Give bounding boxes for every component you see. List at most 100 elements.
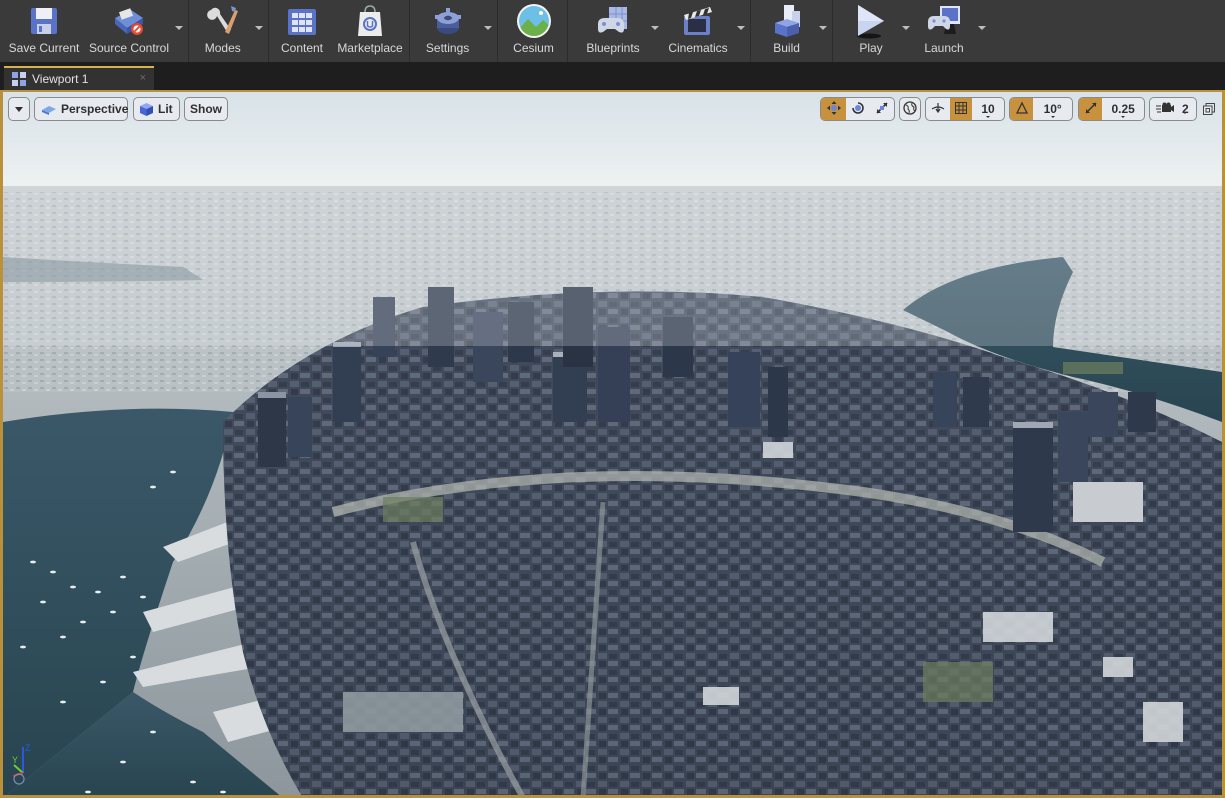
launch-button[interactable]: Launch	[913, 0, 975, 62]
document-tab-bar: Viewport 1 ×	[0, 62, 1225, 90]
play-label: Play	[859, 41, 883, 55]
cesium-logo-icon	[514, 2, 554, 40]
scale-mode-button[interactable]	[870, 98, 894, 120]
perspective-label: Perspective	[61, 102, 129, 116]
grid-snap-value: 10	[981, 102, 995, 116]
content-button[interactable]: Content	[271, 0, 333, 62]
lit-label: Lit	[158, 102, 173, 116]
launch-dropdown[interactable]	[975, 0, 989, 62]
toolbar-group-modes: Modes	[189, 0, 269, 62]
settings-dropdown[interactable]	[481, 0, 495, 62]
grid-icon	[955, 101, 967, 117]
rotate-icon	[851, 101, 865, 118]
toolbar-group-content: Content Marketplace	[269, 0, 410, 62]
scale-snap-group: 0.25	[1078, 97, 1145, 121]
cesium-label: Cesium	[513, 41, 554, 55]
viewport-toolbar: Perspective Lit Show 10 10° 0.25 2	[3, 92, 1222, 126]
cinematics-dropdown[interactable]	[734, 0, 748, 62]
chevron-down-icon	[15, 106, 23, 112]
build-blocks-icon	[767, 2, 807, 40]
toolbar-group-scripting: Blueprints Cinematics	[568, 0, 751, 62]
rotation-snap-value-dropdown[interactable]: 10°	[1033, 98, 1072, 120]
show-flags-button[interactable]: Show	[184, 97, 228, 121]
play-dropdown[interactable]	[899, 0, 913, 62]
save-current-label: Save Current	[8, 41, 80, 55]
build-dropdown[interactable]	[816, 0, 830, 62]
tab-viewport-1[interactable]: Viewport 1 ×	[4, 66, 154, 90]
toolbar-group-cesium: Cesium	[498, 0, 568, 62]
level-viewport[interactable]: Perspective Lit Show 10 10° 0.25 2 Z Y	[0, 90, 1225, 798]
tab-label: Viewport 1	[32, 72, 89, 86]
source-control-icon	[109, 2, 149, 40]
cinematics-label: Cinematics	[668, 41, 728, 55]
translate-mode-button[interactable]	[821, 98, 846, 120]
modes-wrench-pencil-icon	[203, 2, 243, 40]
grid-snap-value-dropdown[interactable]: 10	[972, 98, 1004, 120]
grid-snap-toggle[interactable]	[950, 98, 972, 120]
perspective-view-button[interactable]: Perspective	[34, 97, 128, 121]
scale-snap-value: 0.25	[1111, 102, 1135, 116]
floppy-disk-icon	[24, 2, 64, 40]
main-toolbar: Save Current Source Control Modes Conten…	[0, 0, 1225, 62]
toolbar-group-settings: Settings	[410, 0, 498, 62]
translate-arrows-icon	[826, 100, 841, 118]
perspective-camera-icon	[41, 103, 57, 115]
camera-speed-icon	[1156, 102, 1174, 117]
restore-window-icon	[1203, 102, 1215, 119]
settings-label: Settings	[425, 41, 470, 55]
scale-snap-toggle[interactable]	[1079, 98, 1103, 120]
world-local-space-button[interactable]	[899, 97, 921, 121]
surface-snap-icon	[931, 101, 945, 118]
cinematics-button[interactable]: Cinematics	[662, 0, 734, 62]
marketplace-button[interactable]: Marketplace	[333, 0, 407, 62]
lit-cube-icon	[139, 102, 154, 117]
y-axis-label: Y	[12, 755, 18, 765]
grid-snap-group: 10	[925, 97, 1005, 121]
viewport-grid-icon	[12, 72, 26, 86]
blueprints-label: Blueprints	[586, 41, 640, 55]
y-axis-line	[13, 764, 24, 774]
modes-button[interactable]: Modes	[193, 0, 253, 62]
source-control-button[interactable]: Source Control	[86, 0, 172, 62]
settings-gear-icon	[428, 2, 468, 40]
toolbar-group-play: Play Launch	[833, 0, 991, 62]
launch-monitor-icon	[924, 2, 964, 40]
modes-dropdown[interactable]	[253, 0, 266, 62]
transform-mode-group	[820, 97, 895, 121]
cesium-button[interactable]: Cesium	[502, 0, 565, 62]
close-tab-icon[interactable]: ×	[140, 72, 146, 84]
camera-speed-dropdown[interactable]: 2	[1149, 97, 1197, 121]
toolbar-group-build: Build	[751, 0, 833, 62]
save-current-button[interactable]: Save Current	[2, 0, 86, 62]
rotation-snap-toggle[interactable]	[1010, 98, 1034, 120]
content-label: Content	[280, 41, 324, 55]
toolbar-group-file: Save Current Source Control	[0, 0, 189, 62]
city-scene-render[interactable]	[3, 92, 1222, 798]
source-control-dropdown[interactable]	[172, 0, 186, 62]
show-label: Show	[190, 102, 222, 116]
scale-snap-value-dropdown[interactable]: 0.25	[1102, 98, 1144, 120]
build-label: Build	[773, 41, 800, 55]
rotation-snap-group: 10°	[1009, 97, 1073, 121]
blueprints-button[interactable]: Blueprints	[578, 0, 648, 62]
scale-snap-icon	[1085, 101, 1097, 117]
viewport-options-button[interactable]	[8, 97, 30, 121]
build-button[interactable]: Build	[757, 0, 816, 62]
rotate-mode-button[interactable]	[846, 98, 870, 120]
launch-label: Launch	[924, 41, 964, 55]
camera-speed-value: 2	[1182, 102, 1189, 116]
marketplace-bag-icon	[350, 2, 390, 40]
settings-button[interactable]: Settings	[414, 0, 481, 62]
source-control-label: Source Control	[88, 41, 170, 55]
maximize-viewport-button[interactable]	[1203, 102, 1215, 115]
globe-icon	[903, 100, 917, 118]
lit-view-mode-button[interactable]: Lit	[133, 97, 180, 121]
axis-indicator: Z Y	[12, 743, 31, 785]
rotation-snap-value: 10°	[1043, 102, 1062, 116]
x-axis-label-circle	[13, 773, 25, 785]
blueprints-dropdown[interactable]	[648, 0, 662, 62]
z-axis-label: Z	[25, 743, 31, 753]
play-icon	[851, 2, 891, 40]
play-button[interactable]: Play	[843, 0, 899, 62]
surface-snap-button[interactable]	[926, 98, 950, 120]
